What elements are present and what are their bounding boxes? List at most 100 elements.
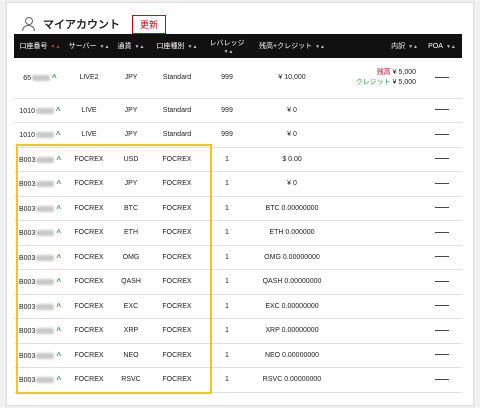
currency-cell: QASH	[112, 269, 150, 295]
dash	[435, 133, 449, 135]
account-cell: B003 ^	[14, 196, 66, 221]
sort-icon: ▼▲	[134, 44, 145, 50]
leverage-cell: 999	[204, 122, 250, 148]
refresh-button[interactable]: 更新	[132, 14, 167, 34]
table-row[interactable]: 1010 ^ LIVE JPY Standard 999 ¥ 0	[14, 122, 462, 148]
dash	[435, 280, 449, 282]
type-cell: FOCREX	[150, 269, 204, 295]
table-row[interactable]: B003 ^ FOCREX BTC FOCREX 1 BTC 0.00000000	[14, 196, 462, 221]
sort-icon: ▼▲	[50, 44, 61, 50]
chevron-up-icon[interactable]: ^	[56, 130, 61, 139]
panel-header: マイアカウント 更新	[21, 13, 167, 35]
breakdown-cell	[334, 98, 422, 123]
breakdown-balance-label: 残高	[376, 68, 391, 76]
col-poa[interactable]: POA ▼▲	[422, 34, 462, 58]
masked-digits	[35, 132, 54, 139]
balance-cell: $ 0.00	[250, 147, 334, 172]
breakdown-balance-value: ¥ 5,000	[392, 68, 416, 76]
dash	[435, 256, 449, 258]
breakdown-cell	[334, 196, 422, 221]
col-leverage[interactable]: レバレッジ▼▲	[204, 34, 250, 58]
chevron-up-icon[interactable]: ^	[56, 228, 61, 237]
currency-cell: NEO	[112, 343, 150, 368]
col-server[interactable]: サーバー ▼▲	[66, 34, 112, 58]
col-balance[interactable]: 残高+クレジット ▼▲	[250, 34, 334, 58]
breakdown-cell	[334, 318, 422, 344]
col-account[interactable]: 口座番号 ▼▲	[14, 34, 66, 58]
chevron-up-icon[interactable]: ^	[52, 73, 57, 82]
server-cell: FOCREX	[66, 367, 112, 393]
chevron-up-icon[interactable]: ^	[56, 155, 61, 164]
leverage-cell: 1	[204, 294, 250, 319]
breakdown-cell	[334, 122, 422, 148]
currency-cell: BTC	[112, 196, 150, 221]
leverage-cell: 1	[204, 269, 250, 295]
chevron-up-icon[interactable]: ^	[56, 351, 61, 360]
chevron-up-icon[interactable]: ^	[56, 204, 61, 213]
table-row[interactable]: 1010 ^ LIVE JPY Standard 999 ¥ 0	[14, 98, 462, 123]
account-cell: B003 ^	[14, 318, 66, 344]
table-row[interactable]: B003 ^ FOCREX USD FOCREX 1 $ 0.00	[14, 147, 462, 172]
breakdown-cell	[334, 220, 422, 246]
dash	[435, 182, 449, 184]
breakdown-cell	[334, 269, 422, 295]
leverage-cell: 999	[204, 98, 250, 123]
masked-digits	[36, 377, 55, 384]
masked-digits	[36, 230, 55, 237]
col-currency[interactable]: 通貨 ▼▲	[112, 34, 150, 58]
balance-cell: BTC 0.00000000	[250, 196, 334, 221]
dash	[435, 354, 449, 356]
type-cell: FOCREX	[150, 196, 204, 221]
account-cell: B003 ^	[14, 245, 66, 270]
breakdown-cell	[334, 343, 422, 368]
currency-cell: JPY	[112, 98, 150, 123]
table-row[interactable]: B003 ^ FOCREX NEO FOCREX 1 NEO 0.00000000	[14, 343, 462, 368]
breakdown-cell	[334, 171, 422, 197]
leverage-cell: 1	[204, 245, 250, 270]
breakdown-cell	[334, 367, 422, 393]
masked-digits	[36, 352, 55, 359]
dash	[435, 76, 449, 78]
table-row[interactable]: B003 ^ FOCREX ETH FOCREX 1 ETH 0.000000	[14, 220, 462, 246]
chevron-up-icon[interactable]: ^	[56, 106, 61, 115]
chevron-up-icon[interactable]: ^	[56, 253, 61, 262]
leverage-cell: 1	[204, 147, 250, 172]
chevron-up-icon[interactable]: ^	[56, 277, 61, 286]
poa-cell	[422, 367, 462, 393]
table-row[interactable]: B003 ^ FOCREX XRP FOCREX 1 XRP 0.00000000	[14, 318, 462, 344]
type-cell: Standard	[150, 122, 204, 148]
leverage-cell: 1	[204, 171, 250, 197]
table-row[interactable]: B003 ^ FOCREX OMG FOCREX 1 OMG 0.00000000	[14, 245, 462, 270]
table-row[interactable]: B003 ^ FOCREX RSVC FOCREX 1 RSVC 0.00000000	[14, 367, 462, 393]
currency-cell: OMG	[112, 245, 150, 270]
poa-cell	[422, 196, 462, 221]
chevron-up-icon[interactable]: ^	[56, 302, 61, 311]
balance-cell: ¥ 0	[250, 98, 334, 123]
server-cell: LIVE	[66, 98, 112, 123]
server-cell: FOCREX	[66, 220, 112, 246]
table-row[interactable]: B003 ^ FOCREX JPY FOCREX 1 ¥ 0	[14, 171, 462, 197]
currency-cell: JPY	[112, 58, 150, 99]
currency-cell: XRP	[112, 318, 150, 344]
chevron-up-icon[interactable]: ^	[56, 375, 61, 384]
sort-icon: ▼▲	[99, 44, 110, 50]
currency-cell: USD	[112, 147, 150, 172]
table-row[interactable]: B003 ^ FOCREX EXC FOCREX 1 EXC 0.00000000	[14, 294, 462, 319]
masked-digits	[32, 75, 51, 82]
masked-digits	[36, 254, 55, 261]
poa-cell	[422, 220, 462, 246]
page-title: マイアカウント	[43, 19, 120, 31]
col-breakdown[interactable]: 内訳 ▼▲	[334, 34, 422, 58]
server-cell: FOCREX	[66, 343, 112, 368]
table-row[interactable]: B003 ^ FOCREX QASH FOCREX 1 QASH 0.00000000	[14, 269, 462, 295]
poa-cell	[422, 58, 462, 99]
server-cell: FOCREX	[66, 318, 112, 344]
chevron-up-icon[interactable]: ^	[56, 179, 61, 188]
account-cell: B003 ^	[14, 220, 66, 246]
col-type[interactable]: 口座種別 ▼▲	[150, 34, 204, 58]
leverage-cell: 1	[204, 343, 250, 368]
table-row[interactable]: 65 ^ LIVE2 JPY Standard 999 ¥ 10,000 残高 …	[14, 58, 462, 99]
chevron-up-icon[interactable]: ^	[56, 326, 61, 335]
currency-cell: RSVC	[112, 367, 150, 393]
type-cell: FOCREX	[150, 171, 204, 197]
